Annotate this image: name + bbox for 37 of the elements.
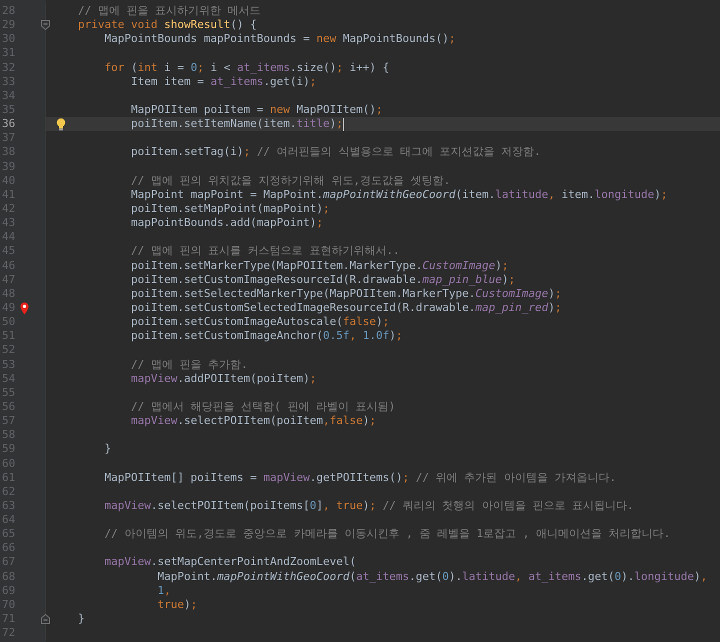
fold-icon[interactable]	[41, 614, 50, 624]
code-line: // 맵에 핀의 위치값을 지정하기위해 위도,경도값을 셋팅함.	[130, 174, 450, 188]
code-line: MapPoint mapPoint = MapPoint.mapPointWithGeoCoord(item.latitude, item.longitude);	[130, 188, 668, 202]
code-line: mapView.setMapCenterPointAndZoomLevel(	[104, 555, 356, 570]
code-line: // 맵에 핀을 표시하기위한 메서드	[78, 4, 261, 18]
code-line: // 맵에 핀의 표시를 커스텀으로 표현하기위해서..	[130, 244, 400, 259]
code-line: mapView.addPOIItem(poiItem);	[130, 372, 316, 386]
code-line: poiItem.setTag(i); // 여러핀들의 식별용으로 태그에 포지션값을 저장함.	[130, 145, 541, 160]
code-line: }	[78, 612, 85, 626]
code-line: MapPOIItem poiItem = new MapPOIItem();	[130, 102, 383, 118]
code-line: mapView.selectPOIItem(poiItems[0], true); // 쿼리의 첫행의 아이템을 핀으로 표시됩니다.	[104, 498, 634, 514]
code-line: true);	[157, 598, 198, 612]
code-line: 1,	[157, 584, 171, 598]
code-line: MapPOIItem[] poiItems = mapView.getPOIItems(); // 위에 추가된 아이템을 가져옵니다.	[104, 470, 616, 485]
code-line: poiItem.setItemName(item.title);	[130, 117, 343, 132]
code-line: poiItem.setCustomImageAutoscale(false);	[130, 315, 390, 330]
code-line: mapView.selectPOIItem(poiItem,false);	[130, 414, 376, 428]
code-line: poiItem.setCustomImageResourceId(R.drawable.map_pin_blue);	[130, 272, 516, 287]
code-line: poiItem.setMarkerType(MapPOIItem.MarkerType.CustomImage);	[130, 258, 508, 273]
code-line: private void showResult() {	[78, 18, 257, 32]
code-line: }	[104, 442, 112, 457]
fold-icon[interactable]	[41, 20, 50, 30]
code-line: poiItem.setMapPoint(mapPoint);	[130, 202, 330, 216]
code-line: poiItem.setCustomImageAnchor(0.5f, 1.0f);	[130, 329, 403, 344]
code-line: for (int i = 0; i < at_items.size(); i++) {	[104, 60, 390, 75]
lightbulb-icon[interactable]	[56, 118, 66, 131]
code-line: poiItem.setSelectedMarkerType(MapPOIItem.MarkerType.CustomImage);	[130, 286, 562, 301]
code-line: // 아이템의 위도,경도로 중앙으로 카메라를 이동시킨후 , 줌 레벨을 1로잡고 , 애니메이션을 처리합니다.	[104, 527, 670, 542]
code-line: // 맵에 핀을 추가함.	[130, 358, 248, 372]
line-number: 36	[1, 117, 16, 132]
code-line: MapPoint.mapPointWithGeoCoord(at_items.get(0).latitude, at_items.get(0).longitude),	[157, 570, 708, 584]
code-line: Item item = at_items.get(i);	[130, 74, 316, 89]
code-line: mapPointBounds.add(mapPoint);	[130, 216, 324, 230]
map-pin-icon[interactable]	[20, 302, 29, 315]
code-line: // 맵에서 해당핀을 선택함( 핀에 라벨이 표시됨)	[130, 400, 396, 414]
code-line: MapPointBounds mapPointBounds = new MapPointBounds();	[104, 32, 456, 46]
code-line: poiItem.setCustomSelectedImageResourceId(R.drawable.map_pin_red);	[130, 300, 562, 316]
